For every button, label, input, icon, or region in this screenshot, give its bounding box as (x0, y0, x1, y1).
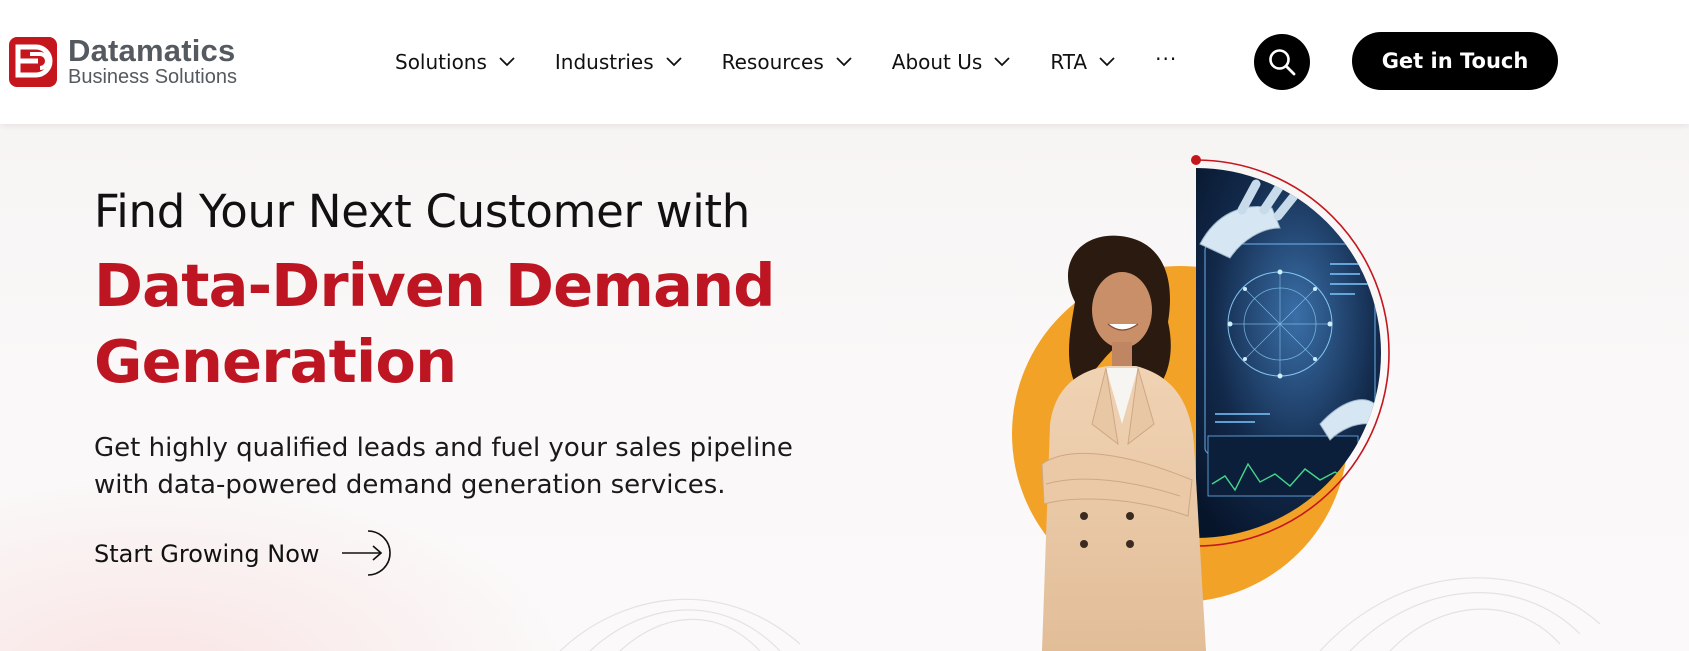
hero-description: Get highly qualified leads and fuel your… (94, 433, 793, 500)
arrow-right-icon (341, 530, 391, 576)
nav-item-rta[interactable]: RTA (1050, 50, 1115, 74)
logo-name: Datamatics (68, 33, 236, 68)
hero-illustration (1012, 155, 1390, 651)
nav-item-label: Industries (554, 50, 654, 74)
logo[interactable]: Datamatics Business Solutions (8, 32, 237, 92)
start-growing-label: Start Growing Now (94, 540, 320, 568)
hero-section: Find Your Next Customer with Data-Driven… (0, 124, 1689, 651)
chevron-down-icon (665, 57, 682, 67)
start-growing-link[interactable]: Start Growing Now (94, 528, 894, 580)
hero-content: Find Your Next Customer with Data-Driven… (94, 184, 894, 580)
nav-item-about-us[interactable]: About Us (892, 50, 1011, 74)
nav-item-solutions[interactable]: Solutions (395, 50, 515, 74)
get-in-touch-button[interactable]: Get in Touch (1352, 32, 1558, 90)
logo-icon (9, 37, 57, 87)
chevron-down-icon (994, 57, 1010, 67)
chevron-down-icon (1099, 57, 1115, 67)
nav-item-label: About Us (891, 50, 983, 74)
chevron-down-icon (836, 57, 852, 67)
search-icon (1269, 49, 1296, 76)
logo-subtitle: Business Solutions (68, 66, 237, 88)
nav-item-label: Solutions (395, 50, 487, 74)
hero-kicker: Find Your Next Customer with (94, 185, 750, 238)
nav-item-label: RTA (1050, 50, 1088, 74)
main-nav: Solutions Industries Resources About Us … (395, 44, 1177, 80)
site-header: Datamatics Business Solutions Solutions … (0, 0, 1689, 124)
hero-title: Data-Driven Demand Generation (94, 251, 776, 396)
more-menu-button[interactable]: ··· (1155, 47, 1177, 71)
nav-item-label: Resources (721, 50, 824, 74)
search-button[interactable] (1254, 34, 1310, 90)
nav-item-resources[interactable]: Resources (722, 50, 852, 74)
nav-item-industries[interactable]: Industries (555, 50, 682, 74)
chevron-down-icon (499, 57, 515, 67)
